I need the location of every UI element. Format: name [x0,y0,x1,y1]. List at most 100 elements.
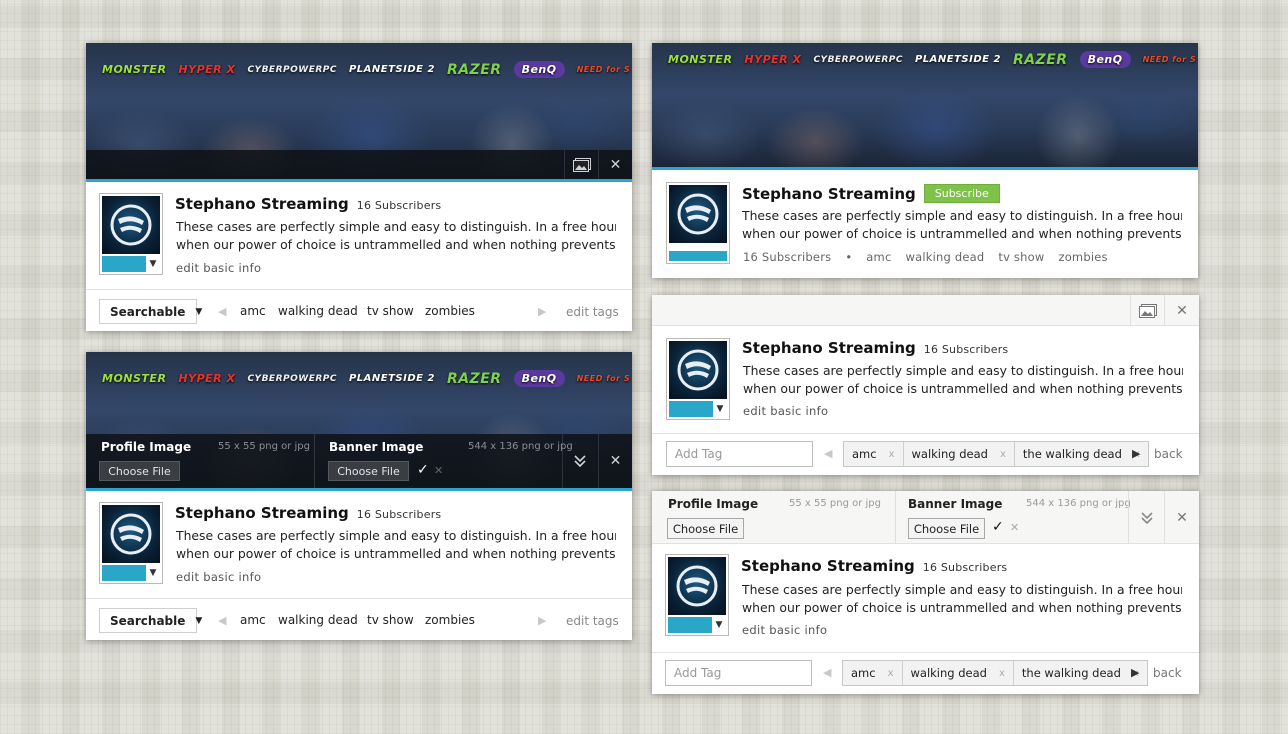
tag[interactable]: tv show [998,250,1044,264]
sponsor-logo: CYBERPOWERPC [247,373,337,384]
double-chevron-down-icon[interactable] [1128,491,1164,544]
image-icon[interactable] [564,150,598,179]
back-link[interactable]: back [1154,447,1183,461]
channel-name: Stephano Streaming 16 Subscribers [741,557,1008,575]
tag[interactable]: walking dead [278,304,358,318]
editable-tag[interactable]: the walking dead x [1015,442,1148,466]
editable-tag[interactable]: amc x [844,442,904,466]
image-icon[interactable] [1130,295,1164,326]
tags-prev-icon[interactable]: ◀ [218,305,226,318]
subscriber-count: 16 Subscribers [922,561,1008,574]
edit-basic-info-link[interactable]: edit basic info [742,623,827,637]
sponsor-logos: MONSTER HYPER X CYBERPOWERPC PLANETSIDE … [668,51,1198,68]
tags-prev-icon[interactable]: ◀ [823,666,831,679]
close-icon[interactable]: ✕ [598,434,632,488]
sponsor-logo: MONSTER [668,53,733,66]
team-logo [102,196,160,254]
team-logo [668,557,726,615]
chevron-down-icon[interactable]: ▼ [146,565,160,581]
tags-next-icon[interactable]: ▶ [538,305,546,318]
editable-tag[interactable]: walking dead x [903,661,1014,685]
choose-banner-file-button[interactable]: Choose File [908,518,985,539]
sponsor-logo: MONSTER [102,63,167,76]
sponsor-logo: RAZER [1012,51,1068,68]
banner-image-hint: 544 x 136 png or jpg [1026,498,1131,509]
upload-toolbar: Profile Image 55 x 55 png or jpg Choose … [86,434,632,488]
close-icon[interactable]: ✕ [434,464,443,477]
close-icon[interactable]: ✕ [1164,295,1199,326]
remove-tag-icon[interactable]: x [1000,449,1006,460]
choose-profile-file-button[interactable]: Choose File [667,518,744,539]
tag[interactable]: walking dead [278,613,358,627]
editable-tag[interactable]: amc x [843,661,903,685]
avatar[interactable]: ▼ [99,193,163,275]
add-tag-input[interactable]: Add Tag [665,660,812,686]
tag[interactable]: amc [866,250,891,264]
tag[interactable]: walking dead [905,250,984,264]
tags-prev-icon[interactable]: ◀ [218,614,226,627]
tag[interactable]: zombies [1058,250,1107,264]
tag[interactable]: amc [240,304,266,318]
edit-basic-info-link[interactable]: edit basic info [743,404,828,418]
channel-description: These cases are perfectly simple and eas… [176,219,616,252]
sponsor-logo: PLANETSIDE 2 [348,64,435,75]
chevron-down-icon[interactable]: ▼ [713,401,727,417]
bullet: • [845,250,853,264]
tag[interactable]: tv show [367,613,414,627]
edit-tags-link[interactable]: edit tags [566,614,619,628]
channel-description: These cases are perfectly simple and eas… [176,528,616,561]
visibility-select[interactable]: Searchable ▼ [99,608,202,633]
edit-basic-info-link[interactable]: edit basic info [176,261,261,275]
double-chevron-down-icon[interactable] [562,434,596,488]
choose-profile-file-button[interactable]: Choose File [99,461,180,481]
tags-prev-icon[interactable]: ◀ [824,447,832,460]
checkmark-icon[interactable]: ✓ [992,519,1004,535]
avatar[interactable]: ▼ [665,554,729,636]
avatar[interactable]: ▼ [99,502,163,584]
edit-tags-link[interactable]: edit tags [566,305,619,319]
edit-basic-info-link[interactable]: edit basic info [176,570,261,584]
profile-image-label: Profile Image [101,440,192,454]
visibility-select[interactable]: Searchable ▼ [99,299,202,324]
checkmark-icon[interactable]: ✓ [417,462,429,478]
add-tag-input[interactable]: Add Tag [666,441,813,467]
close-icon[interactable]: ✕ [1010,521,1019,534]
banner-image-hint: 544 x 136 png or jpg [468,441,573,452]
tag[interactable]: zombies [425,613,475,627]
chevron-down-icon[interactable]: ▼ [712,617,726,633]
accent-line [652,167,1198,170]
tags-next-icon[interactable]: ▶ [538,614,546,627]
sponsor-logo: RAZER [446,370,502,387]
tag[interactable]: tv show [367,304,414,318]
subscriber-count: 16 Subscribers [356,199,442,212]
team-logo [102,505,160,563]
channel-card-public-view: MONSTER HYPER X CYBERPOWERPC PLANETSIDE … [652,43,1198,278]
tags-next-icon[interactable]: ▶ [1131,666,1139,679]
subscriber-count: 16 Subscribers [743,250,832,264]
tag-footer: Searchable ▼ ◀ amc walking dead tv show z… [86,598,632,640]
choose-banner-file-button[interactable]: Choose File [328,461,409,481]
remove-tag-icon[interactable]: x [888,668,894,679]
tags-next-icon[interactable]: ▶ [1132,447,1140,460]
back-link[interactable]: back [1153,666,1182,680]
profile-image-hint: 55 x 55 png or jpg [789,498,881,509]
tag[interactable]: zombies [425,304,475,318]
accent-line [86,179,632,182]
channel-card-edit-mode: MONSTER HYPER X CYBERPOWERPC PLANETSIDE … [86,43,632,331]
chevron-down-icon[interactable]: ▼ [146,256,160,272]
avatar[interactable]: ▼ [666,338,730,420]
sponsor-logo: CYBERPOWERPC [813,54,903,65]
tag-footer: Searchable ▼ ◀ amc walking dead tv show z… [86,289,632,331]
editable-tag[interactable]: the walking dead x [1014,661,1147,685]
profile-image-hint: 55 x 55 png or jpg [218,441,310,452]
avatar [666,182,730,264]
editable-tag[interactable]: walking dead x [904,442,1015,466]
tag-editor: Add Tag ◀ amc x walking dead x the walking… [652,433,1199,475]
team-logo [669,185,727,243]
close-icon[interactable]: ✕ [1164,491,1199,544]
remove-tag-icon[interactable]: x [999,668,1005,679]
subscribe-button[interactable]: Subscribe [923,184,1000,203]
remove-tag-icon[interactable]: x [889,449,895,460]
tag[interactable]: amc [240,613,266,627]
close-icon[interactable]: ✕ [598,150,632,179]
